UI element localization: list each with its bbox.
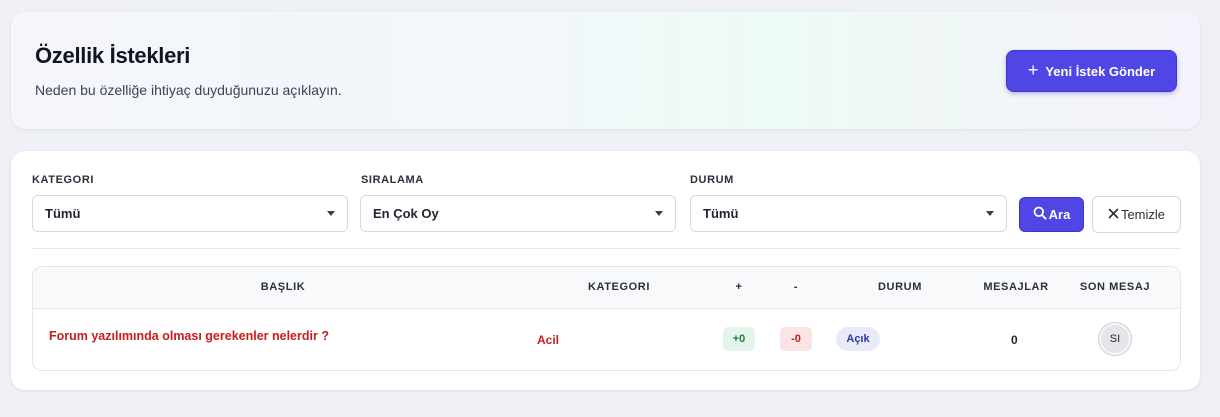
request-category: Acil <box>537 333 560 347</box>
requests-card: KATEGORI Tümü SIRALAMA En Çok Oy DURUM T… <box>11 151 1200 390</box>
category-select[interactable]: Tümü <box>32 195 348 232</box>
close-icon <box>1108 207 1119 222</box>
new-request-label: Yeni İstek Gönder <box>1045 63 1156 79</box>
avatar[interactable]: SI <box>1099 323 1131 355</box>
requests-table: BAŞLIK KATEGORI + - DURUM MESAJLAR SON M… <box>32 266 1181 371</box>
chevron-down-icon <box>327 211 335 216</box>
column-header-last-message[interactable]: SON MESAJ <box>1065 281 1165 293</box>
plus-icon: + <box>1027 60 1039 80</box>
table-header: BAŞLIK KATEGORI + - DURUM MESAJLAR SON M… <box>33 267 1180 309</box>
search-button[interactable]: Ara <box>1019 197 1084 232</box>
table-row[interactable]: Forum yazılımında olması gerekenler nele… <box>33 309 1180 370</box>
category-select-value: Tümü <box>45 206 81 221</box>
search-icon <box>1033 206 1047 223</box>
sort-select[interactable]: En Çok Oy <box>360 195 676 232</box>
upvote-badge[interactable]: +0 <box>723 327 755 351</box>
clear-filters-button[interactable]: Temizle <box>1092 196 1181 233</box>
column-header-upvotes[interactable]: + <box>729 281 749 293</box>
sort-filter-label: SIRALAMA <box>361 174 424 186</box>
sort-select-value: En Çok Oy <box>373 206 439 221</box>
chevron-down-icon <box>655 211 663 216</box>
chevron-down-icon <box>986 211 994 216</box>
status-filter-label: DURUM <box>690 174 734 186</box>
clear-button-label: Temizle <box>1120 207 1166 222</box>
page-header-card: Özellik İstekleri Neden bu özelliğe ihti… <box>11 12 1200 129</box>
new-request-button[interactable]: + Yeni İstek Gönder <box>1006 50 1177 92</box>
status-select-value: Tümü <box>703 206 739 221</box>
search-button-label: Ara <box>1048 207 1071 222</box>
category-filter-label: KATEGORI <box>32 174 95 186</box>
message-count: 0 <box>1011 333 1018 347</box>
column-header-downvotes[interactable]: - <box>786 281 806 293</box>
status-badge: Açık <box>836 327 880 351</box>
request-title-link[interactable]: Forum yazılımında olması gerekenler nele… <box>49 329 329 343</box>
column-header-category[interactable]: KATEGORI <box>569 281 669 293</box>
column-header-status[interactable]: DURUM <box>850 281 950 293</box>
status-select[interactable]: Tümü <box>690 195 1007 232</box>
column-header-title[interactable]: BAŞLIK <box>233 281 333 293</box>
column-header-messages[interactable]: MESAJLAR <box>966 281 1066 293</box>
downvote-badge[interactable]: -0 <box>780 327 812 351</box>
page-title: Özellik İstekleri <box>35 43 191 68</box>
filter-divider <box>32 248 1181 249</box>
page-subtitle: Neden bu özelliğe ihtiyaç duyduğunuzu aç… <box>35 82 342 98</box>
